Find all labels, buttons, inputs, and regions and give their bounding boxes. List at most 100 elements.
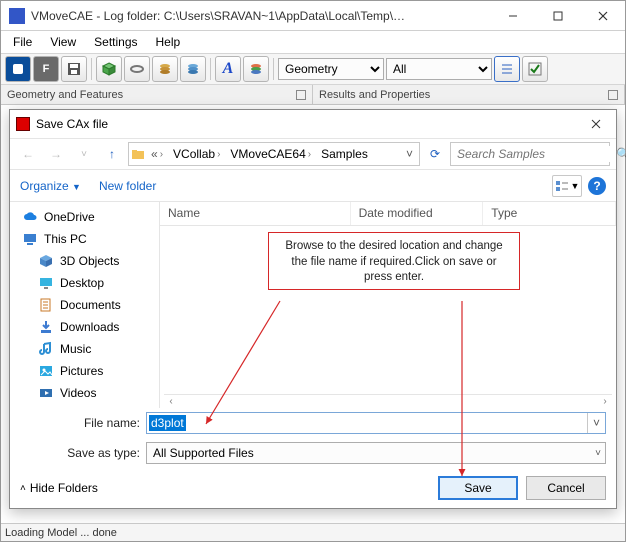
- dialog-search[interactable]: 🔍: [450, 142, 610, 166]
- panel-right-label: Results and Properties: [319, 89, 430, 101]
- dialog-nav: ← → ˅ ↑ «› VCollab› VMoveCAE64› Samples …: [10, 138, 616, 170]
- tree-item-videos[interactable]: Videos: [10, 382, 159, 404]
- file-type-row: Save as type: All Supported Files ˅: [10, 438, 616, 468]
- app-icon: [9, 8, 25, 24]
- tree-item-pictures[interactable]: Pictures: [10, 360, 159, 382]
- hide-folders-button[interactable]: ˄ Hide Folders: [20, 481, 98, 495]
- dialog-title: Save CAx file: [36, 117, 108, 131]
- toolbar-btn-2[interactable]: F: [33, 56, 59, 82]
- save-button[interactable]: Save: [438, 476, 518, 500]
- nav-refresh-button[interactable]: ⟳: [424, 142, 446, 166]
- chevron-down-icon: ˅: [595, 448, 601, 459]
- toolbar-stack3-icon[interactable]: [243, 56, 269, 82]
- breadcrumb-vmovecae64[interactable]: VMoveCAE64›: [226, 147, 315, 161]
- picture-icon: [38, 363, 54, 379]
- maximize-button[interactable]: [535, 1, 580, 31]
- organize-menu[interactable]: Organize ▼: [20, 179, 81, 193]
- music-icon: [38, 341, 54, 357]
- column-date[interactable]: Date modified: [351, 202, 484, 225]
- nav-forward-button[interactable]: →: [44, 142, 68, 166]
- main-titlebar: VMoveCAE - Log folder: C:\Users\SRAVAN~1…: [1, 1, 625, 31]
- search-input[interactable]: [455, 146, 616, 162]
- nav-recent-button[interactable]: ˅: [72, 142, 96, 166]
- file-name-dropdown-icon[interactable]: ˅: [587, 413, 605, 433]
- file-name-input[interactable]: d3plot ˅: [146, 412, 606, 434]
- nav-up-button[interactable]: ↑: [100, 142, 124, 166]
- folder-icon: [131, 147, 145, 161]
- menu-help[interactable]: Help: [148, 33, 189, 51]
- help-callout: Browse to the desired location and chang…: [268, 232, 520, 290]
- breadcrumb-dropdown-icon[interactable]: ˅: [402, 147, 417, 161]
- tree-item-downloads[interactable]: Downloads: [10, 316, 159, 338]
- tree-item-this-pc[interactable]: This PC: [10, 228, 159, 250]
- folder-tree[interactable]: OneDriveThis PC3D ObjectsDesktopDocument…: [10, 202, 160, 408]
- close-button[interactable]: [580, 1, 625, 31]
- chevron-up-icon: ˄: [20, 483, 26, 494]
- main-toolbar: F A Geometry All: [1, 53, 625, 85]
- toolbar-save-icon[interactable]: [61, 56, 87, 82]
- disk-icon: [38, 407, 54, 408]
- toolbar-select-geometry[interactable]: Geometry: [278, 58, 384, 80]
- column-name[interactable]: Name: [160, 202, 351, 225]
- file-list-area: Name Date modified Type No items match y…: [160, 202, 616, 408]
- toolbar-font-icon[interactable]: A: [215, 56, 241, 82]
- search-icon: 🔍: [616, 147, 626, 161]
- breadcrumb-vcollab[interactable]: VCollab›: [169, 147, 224, 161]
- cancel-button[interactable]: Cancel: [526, 476, 606, 500]
- file-type-value: All Supported Files: [153, 446, 254, 460]
- nav-back-button[interactable]: ←: [16, 142, 40, 166]
- file-list-header: Name Date modified Type: [160, 202, 616, 226]
- tree-item-documents[interactable]: Documents: [10, 294, 159, 316]
- scroll-right-icon[interactable]: ›: [598, 396, 612, 407]
- file-name-value[interactable]: d3plot: [149, 415, 186, 431]
- scroll-left-icon[interactable]: ‹: [164, 396, 178, 407]
- tree-item-local-disk-c-[interactable]: Local Disk (C:): [10, 404, 159, 408]
- menu-file[interactable]: File: [5, 33, 40, 51]
- file-name-row: File name: d3plot ˅: [10, 408, 616, 438]
- tree-item-3d-objects[interactable]: 3D Objects: [10, 250, 159, 272]
- horizontal-scrollbar[interactable]: ‹ ›: [164, 394, 612, 408]
- help-icon[interactable]: ?: [588, 177, 606, 195]
- toolbar-btn-1[interactable]: [5, 56, 31, 82]
- dialog-titlebar: Save CAx file: [10, 110, 616, 138]
- tree-item-onedrive[interactable]: OneDrive: [10, 206, 159, 228]
- hide-folders-label: Hide Folders: [30, 481, 98, 495]
- window-title: VMoveCAE - Log folder: C:\Users\SRAVAN~1…: [31, 9, 411, 23]
- toolbar-ring-icon[interactable]: [124, 56, 150, 82]
- dialog-close-button[interactable]: [576, 110, 616, 138]
- application-window: VMoveCAE - Log folder: C:\Users\SRAVAN~1…: [0, 0, 626, 542]
- minimize-button[interactable]: [490, 1, 535, 31]
- panel-left-box-icon[interactable]: [296, 90, 306, 100]
- tree-item-music[interactable]: Music: [10, 338, 159, 360]
- cloud-icon: [22, 209, 38, 225]
- video-icon: [38, 385, 54, 401]
- panel-right-box-icon[interactable]: [608, 90, 618, 100]
- breadcrumb-bar[interactable]: «› VCollab› VMoveCAE64› Samples ˅: [128, 142, 420, 166]
- toolbar-stack2-icon[interactable]: [180, 56, 206, 82]
- toolbar-stack1-icon[interactable]: [152, 56, 178, 82]
- dialog-icon: [16, 117, 30, 131]
- toolbar-check-icon[interactable]: [522, 56, 548, 82]
- column-type[interactable]: Type: [483, 202, 616, 225]
- breadcrumb-lead[interactable]: «›: [147, 147, 167, 161]
- toolbar-select-all[interactable]: All: [386, 58, 492, 80]
- download-icon: [38, 319, 54, 335]
- desktop-icon: [38, 275, 54, 291]
- menu-view[interactable]: View: [42, 33, 84, 51]
- status-text: Loading Model ... done: [5, 527, 117, 539]
- toolbar-cube-icon[interactable]: [96, 56, 122, 82]
- panel-left-label: Geometry and Features: [7, 89, 123, 101]
- view-options-button[interactable]: ▼: [552, 175, 582, 197]
- toolbar-list-icon[interactable]: [494, 56, 520, 82]
- panel-headers: Geometry and Features Results and Proper…: [1, 85, 625, 105]
- panel-results-properties: Results and Properties: [313, 85, 625, 104]
- breadcrumb-samples[interactable]: Samples: [317, 147, 372, 161]
- menu-settings[interactable]: Settings: [86, 33, 145, 51]
- pc-icon: [22, 231, 38, 247]
- new-folder-button[interactable]: New folder: [99, 179, 156, 193]
- file-type-select[interactable]: All Supported Files ˅: [146, 442, 606, 464]
- status-bar: Loading Model ... done: [1, 523, 625, 541]
- tree-item-desktop[interactable]: Desktop: [10, 272, 159, 294]
- doc-icon: [38, 297, 54, 313]
- file-type-label: Save as type:: [60, 446, 140, 460]
